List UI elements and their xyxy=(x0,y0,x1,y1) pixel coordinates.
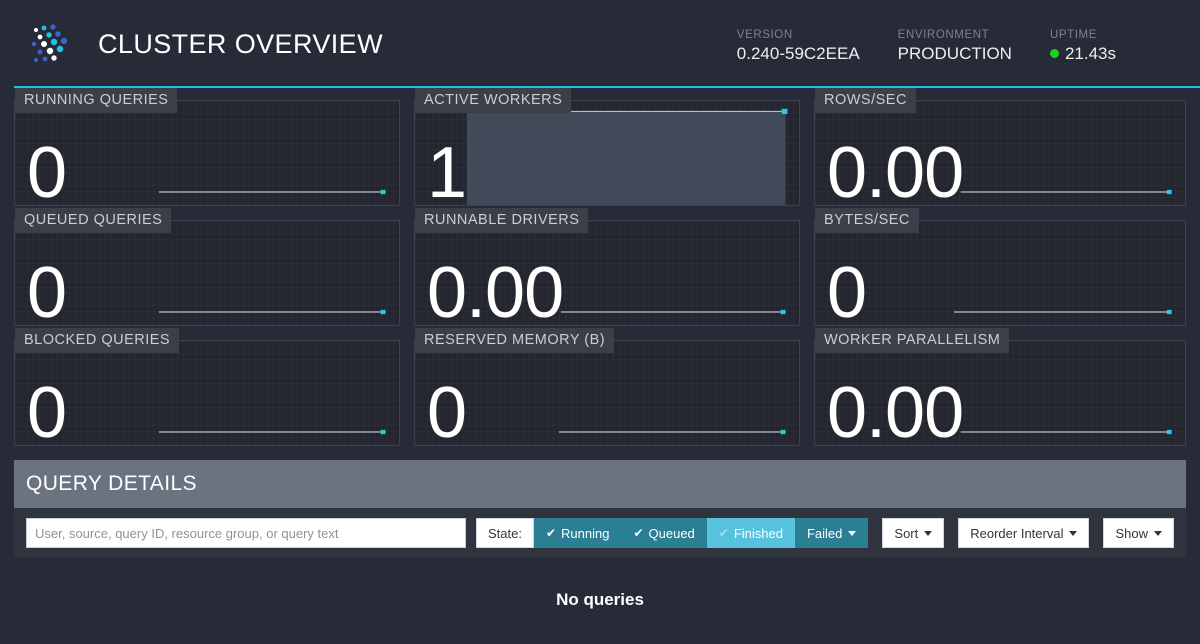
empty-message: No queries xyxy=(556,590,644,610)
stat-card-queued-queries: QUEUED QUERIES 0 xyxy=(14,220,400,326)
state-filter-group: State: ✔ Running ✔ Queued ✔ Finished Fai… xyxy=(476,518,868,548)
meta-environment: ENVIRONMENT PRODUCTION xyxy=(898,29,1012,64)
dot-matrix-arrow-logo-icon xyxy=(28,20,80,68)
meta-uptime: UPTIME 21.43s xyxy=(1050,29,1116,64)
stat-card-label: QUEUED QUERIES xyxy=(15,208,171,233)
state-filter-running-label: Running xyxy=(561,526,609,541)
reorder-interval-menu-button[interactable]: Reorder Interval xyxy=(958,518,1089,548)
show-menu-button[interactable]: Show xyxy=(1103,518,1174,548)
stat-card-running-queries: RUNNING QUERIES 0 xyxy=(14,100,400,206)
query-search-input[interactable] xyxy=(26,518,466,548)
sort-menu-button[interactable]: Sort xyxy=(882,518,944,548)
state-filter-failed-label: Failed xyxy=(807,526,842,541)
stat-card-value: 0 xyxy=(27,257,66,329)
stat-card-value: 0 xyxy=(27,377,66,449)
stat-card-label: RUNNABLE DRIVERS xyxy=(415,208,588,233)
stat-card-label: ACTIVE WORKERS xyxy=(415,88,571,113)
stat-card-value: 0.00 xyxy=(827,377,963,449)
stat-card-worker-parallelism: WORKER PARALLELISM 0.00 xyxy=(814,340,1186,446)
chevron-down-icon xyxy=(924,531,932,536)
stat-card-reserved-memory: RESERVED MEMORY (B) 0 xyxy=(414,340,800,446)
header-meta-group: VERSION 0.240-59C2EEA ENVIRONMENT PRODUC… xyxy=(737,25,1182,64)
stat-card-value: 1 xyxy=(427,137,466,209)
sparkline-blocked-queries xyxy=(15,341,399,445)
meta-version-label: VERSION xyxy=(737,29,860,41)
meta-uptime-value: 21.43s xyxy=(1065,44,1116,64)
show-menu-label: Show xyxy=(1115,526,1148,541)
state-filter-finished-label: Finished xyxy=(734,526,783,541)
sparkline-active-workers xyxy=(415,101,799,205)
meta-version: VERSION 0.240-59C2EEA xyxy=(737,29,860,64)
check-icon: ✔ xyxy=(719,526,729,540)
sparkline-running-queries xyxy=(15,101,399,205)
query-details-header: QUERY DETAILS xyxy=(14,460,1186,508)
stat-card-label: RUNNING QUERIES xyxy=(15,88,177,113)
state-filter-failed[interactable]: Failed xyxy=(795,518,868,548)
sparkline-reserved-memory xyxy=(415,341,799,445)
stat-card-rows-per-sec: ROWS/SEC 0.00 xyxy=(814,100,1186,206)
stat-card-value: 0.00 xyxy=(427,257,563,329)
stat-card-blocked-queries: BLOCKED QUERIES 0 xyxy=(14,340,400,446)
query-details-title: QUERY DETAILS xyxy=(26,472,197,496)
query-details-panel: QUERY DETAILS State: ✔ Running ✔ Queued … xyxy=(14,460,1186,642)
page-header: CLUSTER OVERVIEW VERSION 0.240-59C2EEA E… xyxy=(0,0,1200,88)
meta-environment-value: PRODUCTION xyxy=(898,44,1012,64)
stat-card-grid: RUNNING QUERIES 0 ACTIVE WORKERS 1 xyxy=(0,88,1200,460)
stat-card-label: ROWS/SEC xyxy=(815,88,916,113)
stat-card-value: 0 xyxy=(27,137,66,209)
reorder-interval-menu-label: Reorder Interval xyxy=(970,526,1063,541)
chevron-down-icon xyxy=(1154,531,1162,536)
stat-card-value: 0 xyxy=(427,377,466,449)
query-details-toolbar: State: ✔ Running ✔ Queued ✔ Finished Fai… xyxy=(14,508,1186,558)
stat-card-label: BYTES/SEC xyxy=(815,208,919,233)
sparkline-queued-queries xyxy=(15,221,399,325)
chevron-down-icon xyxy=(848,531,856,536)
page-title: CLUSTER OVERVIEW xyxy=(98,29,383,60)
state-filter-queued-label: Queued xyxy=(649,526,695,541)
chevron-down-icon xyxy=(1069,531,1077,536)
stat-card-value: 0.00 xyxy=(827,137,963,209)
stat-card-value: 0 xyxy=(827,257,866,329)
stat-card-runnable-drivers: RUNNABLE DRIVERS 0.00 xyxy=(414,220,800,326)
header-brand: CLUSTER OVERVIEW xyxy=(28,20,383,68)
stat-card-label: BLOCKED QUERIES xyxy=(15,328,179,353)
header-divider xyxy=(14,86,1200,88)
state-filter-finished[interactable]: ✔ Finished xyxy=(707,518,795,548)
stat-card-active-workers: ACTIVE WORKERS 1 xyxy=(414,100,800,206)
check-icon: ✔ xyxy=(546,526,556,540)
meta-uptime-label: UPTIME xyxy=(1050,29,1116,41)
sort-menu-label: Sort xyxy=(894,526,918,541)
state-filter-queued[interactable]: ✔ Queued xyxy=(621,518,706,548)
meta-environment-label: ENVIRONMENT xyxy=(898,29,1012,41)
meta-uptime-value-row: 21.43s xyxy=(1050,44,1116,64)
state-filter-running[interactable]: ✔ Running xyxy=(534,518,622,548)
stat-card-label: WORKER PARALLELISM xyxy=(815,328,1009,353)
sparkline-bytes-per-sec xyxy=(815,221,1185,325)
status-online-dot-icon xyxy=(1050,49,1059,58)
cluster-overview-page: CLUSTER OVERVIEW VERSION 0.240-59C2EEA E… xyxy=(0,0,1200,644)
stat-card-bytes-per-sec: BYTES/SEC 0 xyxy=(814,220,1186,326)
stat-card-label: RESERVED MEMORY (B) xyxy=(415,328,614,353)
check-icon: ✔ xyxy=(633,526,643,540)
query-list-empty-state: No queries xyxy=(14,558,1186,642)
state-filter-label: State: xyxy=(476,518,534,548)
meta-version-value: 0.240-59C2EEA xyxy=(737,44,860,64)
